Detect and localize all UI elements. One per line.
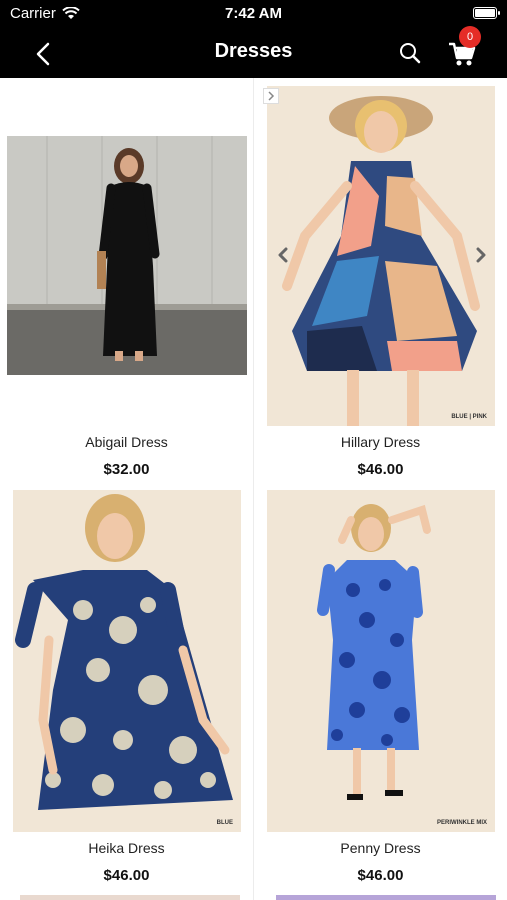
search-icon [400,43,421,64]
product-card[interactable]: PERIWINKLE MIX Penny Dress $46.00 [254,490,507,900]
chevron-left-icon [278,247,288,263]
status-time: 7:42 AM [225,5,282,22]
next-image-button[interactable] [472,246,490,264]
product-name[interactable]: Heika Dress [0,840,253,856]
variant-caption: PERIWINKLE MIX [436,820,487,826]
product-name[interactable]: Abigail Dress [0,434,253,450]
product-price: $46.00 [357,461,404,478]
product-image[interactable]: BLUE [13,490,241,832]
product-card[interactable]: BLUE | PINK Hillary Dress $46.00 [254,78,507,488]
product-grid: Abigail Dress $32.00 BLUE | PINK Hillary… [0,78,507,900]
product-card[interactable]: BLUE Heika Dress $46.00 [0,490,253,900]
product-image[interactable] [7,136,247,375]
product-price: $46.00 [357,867,404,884]
product-card[interactable]: Abigail Dress $32.00 [0,78,253,488]
variant-caption: BLUE | PINK [451,414,487,420]
navigation-bar: Dresses 0 [0,26,507,78]
product-price: $46.00 [103,867,150,884]
chevron-right-icon [268,91,275,101]
product-name[interactable]: Hillary Dress [254,434,507,450]
search-button[interactable] [398,41,422,65]
page-title: Dresses [214,40,293,62]
product-name[interactable]: Penny Dress [254,840,507,856]
cart-count-badge: 0 [459,26,481,48]
chevron-right-icon [476,247,486,263]
product-image-partial[interactable] [276,895,496,900]
product-image[interactable]: BLUE | PINK [267,86,495,426]
variant-caption: BLUE [216,820,233,826]
status-bar: Carrier 7:42 AM [0,0,507,28]
expand-button[interactable] [263,88,279,104]
product-price: $32.00 [103,461,150,478]
product-image[interactable]: PERIWINKLE MIX [267,490,495,832]
previous-image-button[interactable] [274,246,292,264]
battery-icon [473,7,500,19]
product-image-partial[interactable] [20,895,240,900]
